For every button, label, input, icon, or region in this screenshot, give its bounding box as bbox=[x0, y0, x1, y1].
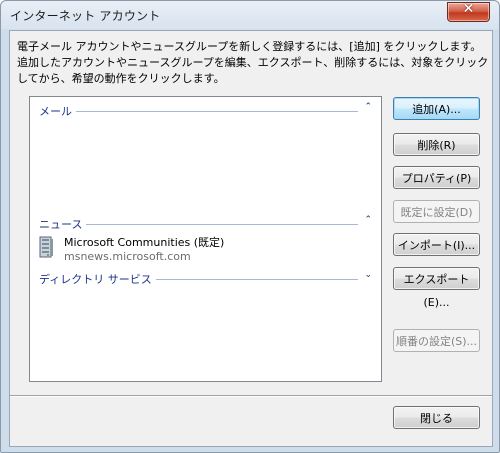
chevron-up-icon[interactable]: ⌃ bbox=[364, 215, 372, 225]
set-default-button[interactable]: 既定に設定(D) bbox=[393, 200, 480, 223]
group-divider bbox=[39, 111, 358, 112]
properties-button[interactable]: プロパティ(P) bbox=[393, 166, 480, 189]
import-button[interactable]: インポート(I)... bbox=[393, 233, 480, 256]
window-close-button[interactable]: ✕ bbox=[447, 1, 490, 22]
group-label-directory: ディレクトリ サービス bbox=[39, 273, 156, 286]
footer-separator bbox=[10, 395, 492, 397]
dialog-client-area: 電子メール アカウントやニュースグループを新しく登録するには、[追加] をクリッ… bbox=[9, 30, 493, 447]
account-name: Microsoft Communities (既定) bbox=[64, 236, 225, 249]
chevron-down-icon[interactable]: ⌄ bbox=[364, 270, 372, 280]
group-header-news[interactable]: ニュース ⌃ bbox=[39, 215, 372, 232]
group-header-directory[interactable]: ディレクトリ サービス ⌄ bbox=[39, 270, 372, 287]
group-label-news: ニュース bbox=[39, 218, 87, 231]
add-button[interactable]: 追加(A)... bbox=[393, 97, 480, 120]
instructions-text: 電子メール アカウントやニュースグループを新しく登録するには、[追加] をクリッ… bbox=[17, 40, 489, 85]
close-button[interactable]: 閉じる bbox=[393, 406, 480, 429]
server-icon bbox=[39, 236, 53, 258]
account-server: msnews.microsoft.com bbox=[64, 250, 191, 263]
set-order-button[interactable]: 順番の設定(S)... bbox=[393, 329, 480, 352]
export-button[interactable]: エクスポート(E)... bbox=[393, 267, 480, 309]
chevron-up-icon[interactable]: ⌃ bbox=[364, 102, 372, 112]
close-icon: ✕ bbox=[462, 1, 475, 17]
news-account-item[interactable]: Microsoft Communities (既定) msnews.micros… bbox=[39, 233, 339, 265]
accounts-list[interactable]: メール ⌃ ニュース ⌃ Microsoft Communities (既定) … bbox=[29, 96, 382, 382]
group-divider bbox=[39, 224, 358, 225]
remove-button[interactable]: 削除(R) bbox=[393, 133, 480, 156]
title-bar[interactable]: インターネット アカウント ✕ bbox=[1, 1, 499, 29]
group-header-mail[interactable]: メール ⌃ bbox=[39, 102, 372, 119]
window-title: インターネット アカウント bbox=[10, 9, 161, 23]
internet-accounts-window: インターネット アカウント ✕ 電子メール アカウントやニュースグループを新しく… bbox=[0, 0, 500, 453]
group-label-mail: メール bbox=[39, 105, 76, 118]
